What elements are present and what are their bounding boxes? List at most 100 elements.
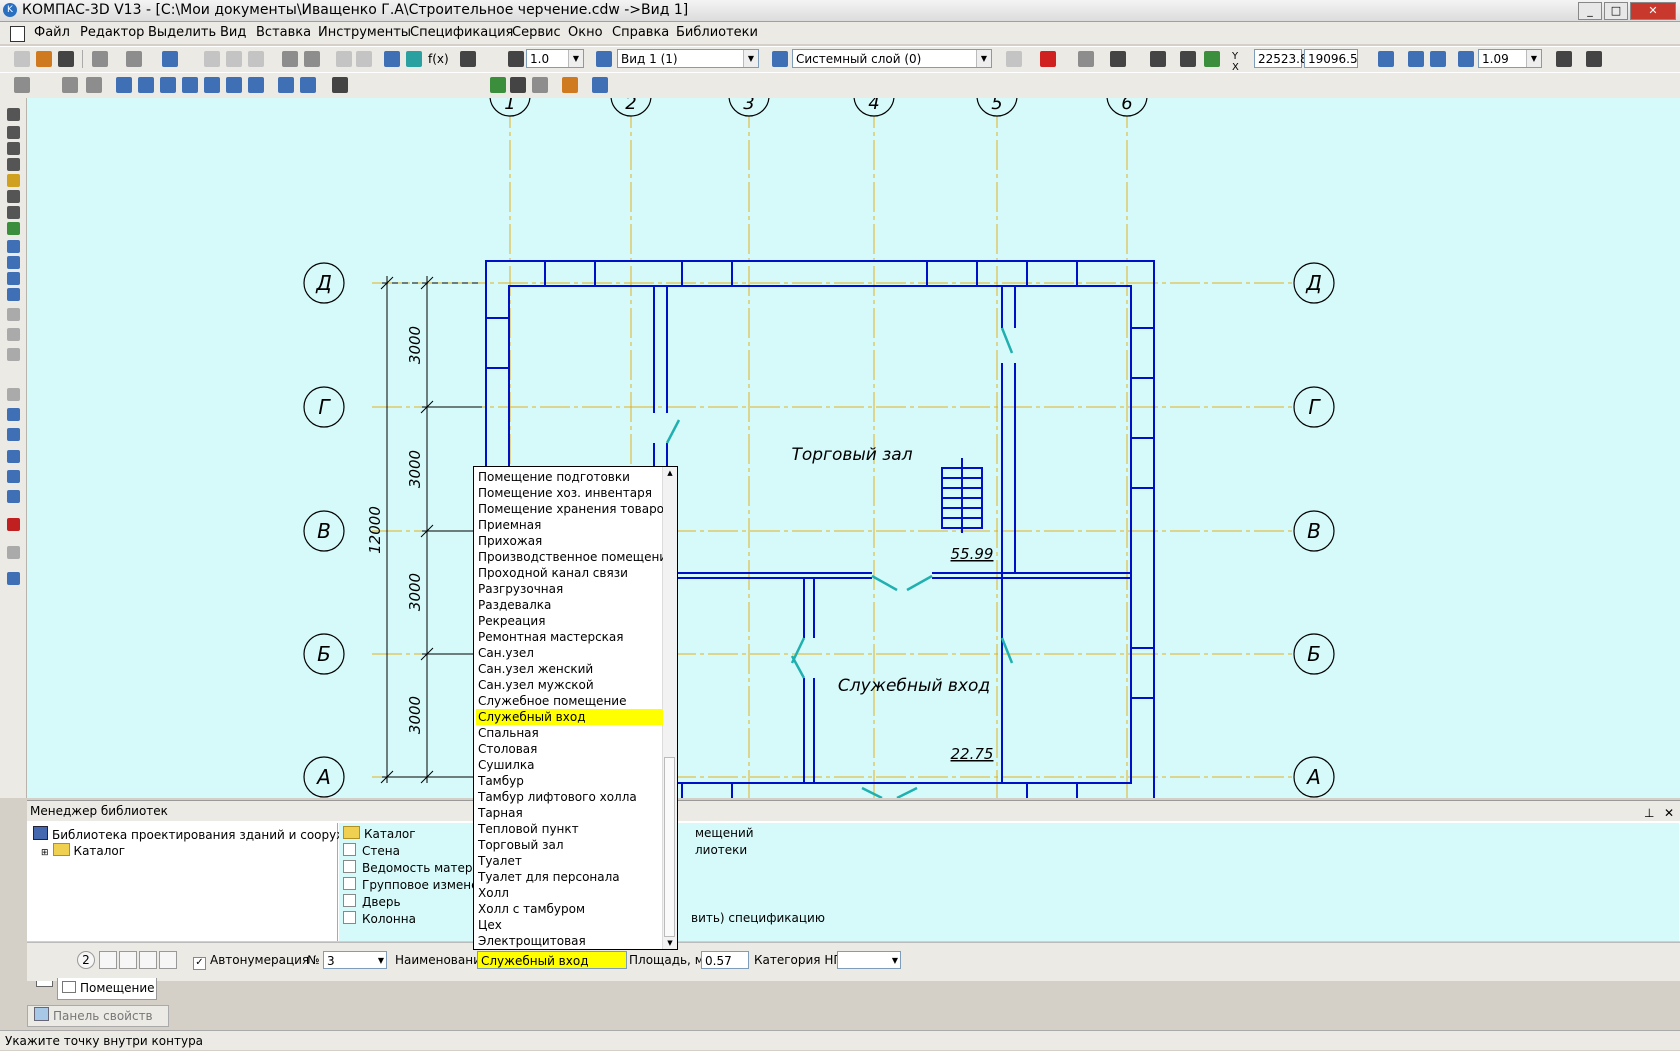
checkbox-icon[interactable]: ✓ [193,957,206,970]
dropdown-option[interactable]: Служебное помещение [476,693,663,709]
name-field[interactable]: Служебный вход [477,951,627,969]
dropdown-option[interactable]: Сушилка [476,757,663,773]
pan-icon[interactable] [1556,51,1572,67]
dropdown-option[interactable]: Служебный вход [476,709,663,725]
zoom-out-icon[interactable] [1430,51,1446,67]
menu-insert[interactable]: Вставка [256,25,311,40]
tool-j-icon[interactable] [7,546,20,559]
calculator-icon[interactable] [304,51,320,67]
dropdown-option[interactable]: Сан.узел мужской [476,677,663,693]
dropdown-option[interactable]: Туалет [476,853,663,869]
dropdown-option[interactable]: Сан.узел женский [476,661,663,677]
manager-icon[interactable] [162,51,178,67]
pointer-help-icon[interactable] [460,51,476,67]
tools-icon[interactable] [332,77,348,93]
list-item[interactable]: Стена [343,843,400,858]
dropdown-option[interactable]: Тамбур лифтового холла [476,789,663,805]
drawing-canvas[interactable]: 1 2 3 4 5 6 Д Г В Б А Д Г В Б А 3000 300… [27,98,1680,798]
dropdown-option[interactable]: Ремонтная мастерская [476,629,663,645]
dropdown-option[interactable]: Приемная [476,517,663,533]
area-field[interactable]: 0.57 [701,951,749,969]
tool-c-icon[interactable] [7,348,20,361]
room-name-dropdown[interactable]: ▲ ▼ Помещение подготовки Помещение хоз. и… [473,466,678,950]
tool-k-icon[interactable] [7,572,20,585]
view-combo[interactable]: Вид 1 (1) ▼ [617,49,759,68]
tool-h-icon[interactable] [7,470,20,483]
local-cs-icon[interactable] [1150,51,1166,67]
dropdown-option[interactable]: Прихожая [476,533,663,549]
column-icon[interactable] [204,77,220,93]
close-button[interactable]: ✕ [1630,2,1676,20]
document-icon[interactable] [10,26,25,42]
cut-icon[interactable] [204,51,220,67]
dropdown-option[interactable]: Разгрузочная [476,581,663,597]
insert-elements-icon[interactable] [7,272,20,285]
associative-icon[interactable] [7,222,20,235]
dropdown-option[interactable]: Раздевалка [476,597,663,613]
zoom-window-icon[interactable] [1378,51,1394,67]
room-number-icon[interactable]: 2 [77,951,95,969]
autonumbering-checkbox[interactable]: ✓ Автонумерация [193,953,309,970]
editing-icon[interactable] [7,158,20,171]
designations-icon[interactable] [7,142,20,155]
dropdown-option[interactable]: Холл [476,885,663,901]
calc-icon[interactable] [592,77,608,93]
number-field[interactable]: 3 ▼ [323,951,387,969]
minimize-button[interactable]: _ [1578,2,1602,20]
dimensions-icon[interactable] [7,126,20,139]
dropdown-option[interactable]: Холл с тамбуром [476,901,663,917]
list-item[interactable]: Дверь [343,894,401,909]
building-grid-icon[interactable] [62,77,78,93]
tab-room[interactable]: Помещение [57,978,157,1000]
chevron-down-icon[interactable]: ▼ [892,952,898,970]
tool-e-icon[interactable] [7,408,20,421]
tool-d-icon[interactable] [7,388,20,401]
list-item[interactable]: Колонна [343,911,416,926]
save-icon[interactable] [58,51,74,67]
chevron-down-icon[interactable]: ▼ [378,952,384,970]
label-style-icon[interactable] [139,951,157,969]
library-icon[interactable] [406,51,422,67]
paste-icon[interactable] [248,51,264,67]
measure-icon[interactable] [562,77,578,93]
parametrization-icon[interactable] [7,174,20,187]
room-icon[interactable] [248,77,264,93]
chevron-down-icon[interactable]: ▼ [1526,50,1541,67]
label-style-icon[interactable] [119,951,137,969]
menu-tools[interactable]: Инструменты [318,25,411,40]
pin-icon[interactable]: ⊥ [1644,803,1654,823]
format-brush-icon[interactable] [282,51,298,67]
scroll-down-icon[interactable]: ▼ [663,937,677,949]
tool-f-icon[interactable] [7,428,20,441]
menu-window[interactable]: Окно [568,25,603,40]
menu-view[interactable]: Вид [220,25,246,40]
spec-panel-icon[interactable] [7,240,20,253]
coord-y-field[interactable]: 19096.5 [1304,49,1358,68]
expand-icon[interactable]: ⊞ [41,848,49,858]
select-icon[interactable] [7,206,20,219]
category-combo[interactable]: ▼ [837,951,901,969]
window-icon[interactable] [138,77,154,93]
dropdown-option[interactable]: Тарная [476,805,663,821]
dropdown-option[interactable]: Цех [476,917,663,933]
dropdown-option[interactable]: Рекреация [476,613,663,629]
chevron-down-icon[interactable]: ▼ [976,50,991,67]
list-item[interactable]: Каталог [343,826,416,841]
spreadsheet-icon[interactable] [490,77,506,93]
chevron-down-icon[interactable]: ▼ [743,50,758,67]
dropdown-option[interactable]: Проходной канал связи [476,565,663,581]
reports-icon[interactable] [7,256,20,269]
redo-icon[interactable] [356,51,372,67]
dropdown-option[interactable]: Помещение хранения товаров [476,501,663,517]
tool-g-icon[interactable] [7,450,20,463]
tree-root-item[interactable]: Библиотека проектирования зданий и соору… [33,826,354,842]
stair-icon[interactable] [182,77,198,93]
zoom-in-icon[interactable] [1408,51,1424,67]
coord-x-field[interactable]: 22523.8 [1254,49,1308,68]
print-icon[interactable] [92,51,108,67]
hatch-icon[interactable] [14,77,30,93]
opening-icon[interactable] [226,77,242,93]
dropdown-option[interactable]: Торговый зал [476,837,663,853]
dropdown-option[interactable]: Сан.узел [476,645,663,661]
layer-combo[interactable]: Системный слой (0) ▼ [792,49,992,68]
